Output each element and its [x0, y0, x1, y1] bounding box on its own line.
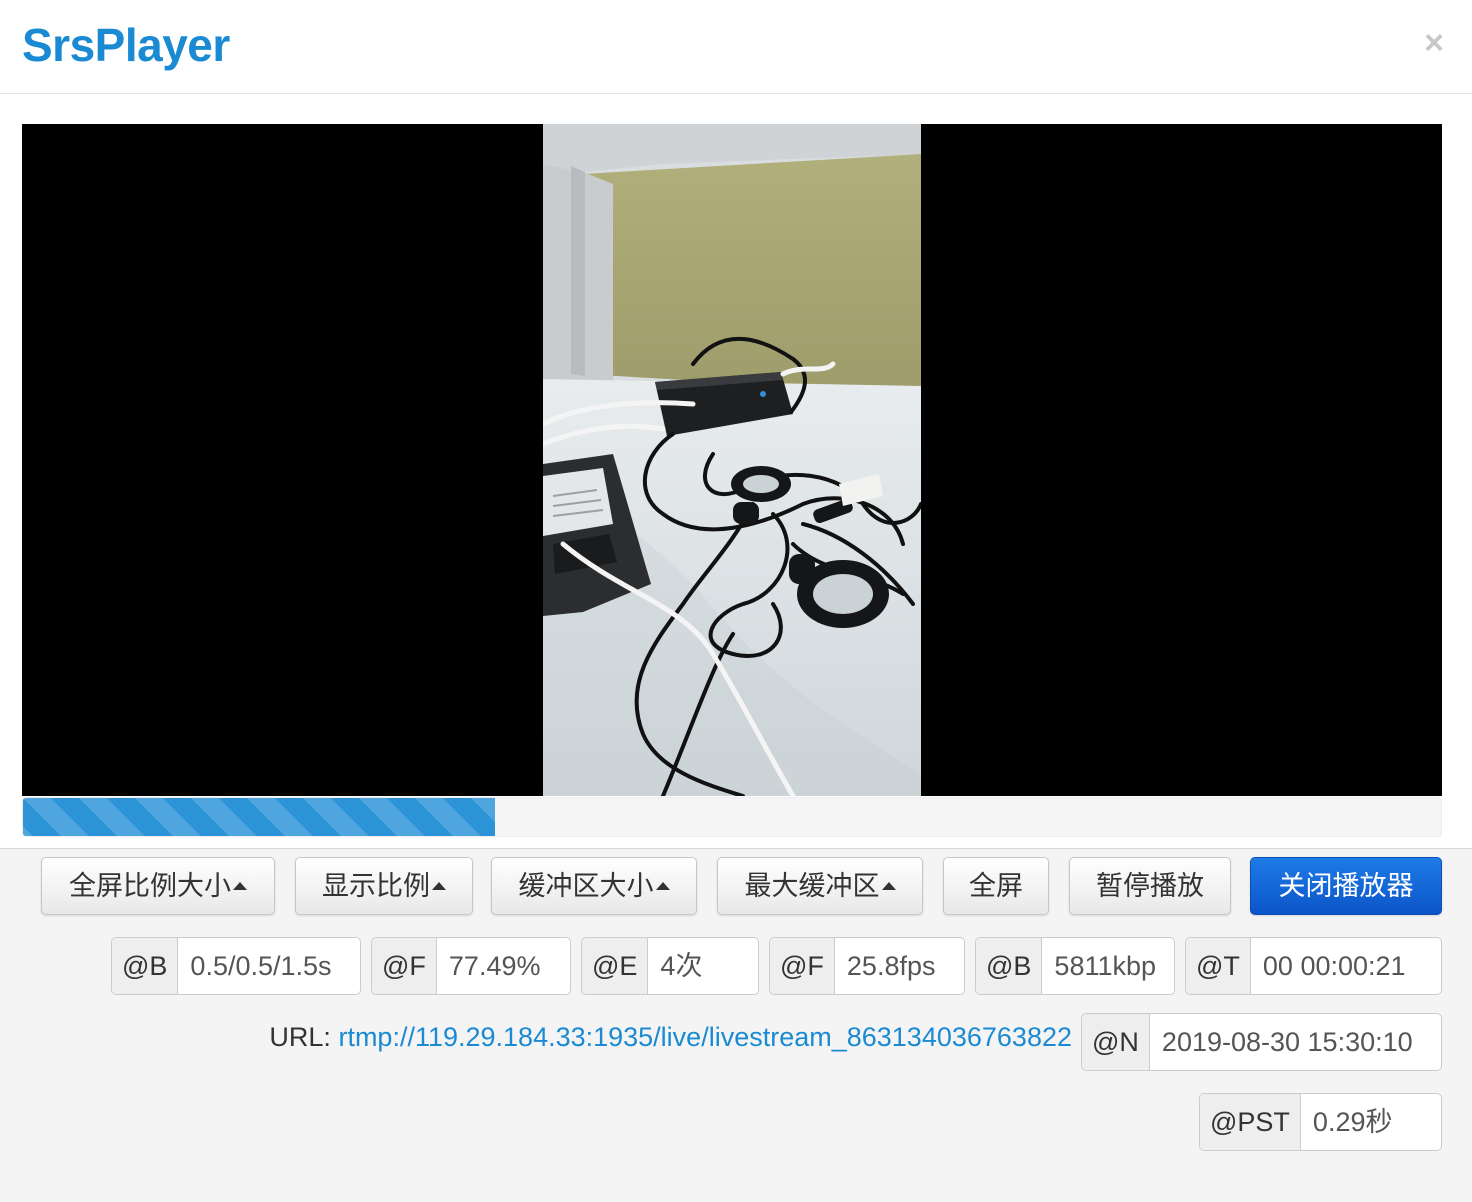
stat-value: 5811kbp	[1054, 951, 1157, 981]
stat-time: @T 00 00:00:21	[1185, 937, 1442, 995]
video-player[interactable]	[22, 124, 1442, 796]
stat-buffer: @B 0.5/0.5/1.5s	[111, 937, 361, 995]
video-frame-image	[543, 124, 921, 796]
stat-value: 77.49%	[448, 951, 541, 981]
stat-errors: @E 4次	[581, 937, 759, 995]
stat-label: @F	[770, 938, 835, 994]
caret-up-icon	[432, 881, 446, 890]
progress-bar[interactable]	[22, 797, 1442, 837]
stat-label: @T	[1186, 938, 1251, 994]
close-player-button[interactable]: 关闭播放器	[1250, 857, 1442, 915]
pause-button[interactable]: 暂停播放	[1069, 857, 1231, 915]
stream-url: URL: rtmp://119.29.184.33:1935/live/live…	[269, 1022, 1072, 1053]
fullscreen-ratio-label: 全屏比例大小	[69, 871, 231, 901]
stat-now: @N 2019-08-30 15:30:10	[1081, 1013, 1442, 1071]
stat-label: @B	[976, 938, 1043, 994]
page-title: SrsPlayer	[22, 19, 230, 71]
dialog-header: SrsPlayer ×	[0, 0, 1472, 94]
caret-up-icon	[233, 881, 247, 890]
buffer-size-button[interactable]: 缓冲区大小	[491, 857, 697, 915]
stat-fps: @F 25.8fps	[769, 937, 965, 995]
stat-label: @N	[1082, 1014, 1150, 1070]
stat-value: 0.29秒	[1312, 1107, 1393, 1137]
stat-value: 4次	[660, 951, 703, 981]
fullscreen-button[interactable]: 全屏	[943, 857, 1049, 915]
progress-fill	[23, 798, 496, 836]
stat-value: 2019-08-30 15:30:10	[1161, 1027, 1413, 1057]
max-buffer-button[interactable]: 最大缓冲区	[717, 857, 923, 915]
max-buffer-label: 最大缓冲区	[744, 871, 880, 901]
stat-label: @PST	[1200, 1094, 1301, 1150]
stat-label: @F	[372, 938, 437, 994]
url-label: URL:	[269, 1022, 331, 1052]
caret-up-icon	[655, 881, 670, 890]
stat-label: @B	[112, 938, 179, 994]
caret-up-icon	[881, 881, 896, 890]
display-ratio-label: 显示比例	[322, 871, 430, 901]
buffer-size-label: 缓冲区大小	[518, 871, 654, 901]
stat-value: 0.5/0.5/1.5s	[190, 951, 332, 981]
fullscreen-ratio-button[interactable]: 全屏比例大小	[41, 857, 275, 915]
stat-bitrate: @B 5811kbp	[975, 937, 1175, 995]
stat-label: @E	[582, 938, 649, 994]
video-frame	[543, 124, 921, 796]
stat-pst: @PST 0.29秒	[1199, 1093, 1442, 1151]
stat-value: 25.8fps	[846, 951, 936, 981]
display-ratio-button[interactable]: 显示比例	[295, 857, 473, 915]
close-icon[interactable]: ×	[1424, 26, 1444, 60]
stat-fps-ratio: @F 77.49%	[371, 937, 571, 995]
url-link[interactable]: rtmp://119.29.184.33:1935/live/livestrea…	[338, 1022, 1072, 1052]
stat-value: 00 00:00:21	[1262, 951, 1406, 981]
